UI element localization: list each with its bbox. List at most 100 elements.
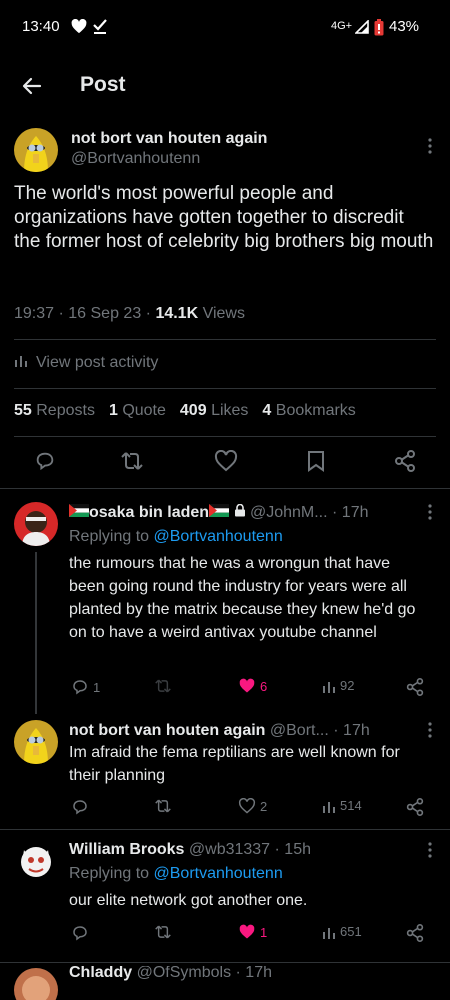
repost-icon (155, 799, 171, 813)
reply-post[interactable]: Chladdy @OfSymbols · 17h (0, 966, 450, 1000)
author-handle[interactable]: @Bortvanhoutenn (71, 150, 200, 168)
reply-header: Chladdy @OfSymbols · 17h (69, 966, 272, 982)
reply-time: · 17h (332, 504, 369, 521)
reply-author-name[interactable]: not bort van houten again (69, 722, 265, 739)
divider (14, 436, 436, 437)
avatar[interactable] (14, 502, 58, 546)
avatar[interactable] (14, 720, 58, 764)
avatar[interactable] (14, 968, 58, 1000)
replying-to: Replying to @Bortvanhoutenn (69, 528, 283, 546)
reposts-count: 55 (14, 402, 32, 419)
views-action[interactable]: 92 (322, 678, 354, 693)
bookmarks-count: 4 (262, 402, 272, 419)
views-count: 651 (340, 924, 362, 939)
like-icon (238, 798, 256, 814)
post-text: The world's most powerful people and org… (14, 183, 434, 252)
replying-to-handle[interactable]: @Bortvanhoutenn (154, 528, 283, 545)
status-time: 13:40 (22, 18, 60, 35)
like-icon[interactable] (214, 449, 238, 477)
reposts-stat[interactable]: 55 Reposts (14, 402, 95, 420)
signal-icon (354, 19, 369, 39)
reply-author-handle[interactable]: @Bort... (270, 722, 329, 739)
reposts-label: Reposts (36, 402, 95, 419)
reply-action[interactable] (71, 924, 93, 942)
reply-actions: 2 514 (69, 798, 429, 818)
bookmarks-label: Bookmarks (275, 402, 356, 419)
repost-action[interactable] (154, 798, 172, 814)
like-action[interactable]: 6 (238, 678, 267, 694)
author-name[interactable]: not bort van houten again (71, 130, 267, 148)
flag-icon (209, 504, 230, 521)
share-icon[interactable] (406, 798, 424, 816)
reply-action[interactable] (71, 798, 93, 816)
flag-icon (69, 504, 89, 521)
reply-author-name[interactable]: Chladdy (69, 966, 132, 981)
analytics-icon (14, 353, 28, 372)
avatar[interactable] (14, 840, 58, 884)
views-label: Views (202, 305, 245, 322)
like-count: 2 (260, 798, 268, 814)
heart-icon (71, 18, 87, 39)
reply-time: · 15h (274, 841, 311, 858)
reply-author-name[interactable]: William Brooks (69, 841, 184, 858)
post-actions (0, 449, 450, 477)
bookmarks-stat[interactable]: 4 Bookmarks (262, 402, 355, 420)
replying-prefix: Replying to (69, 528, 150, 545)
battery-icon (374, 19, 384, 41)
quotes-label: Quote (122, 402, 166, 419)
reply-actions: 1 651 (69, 924, 429, 944)
replying-prefix: Replying to (69, 865, 150, 882)
views-action[interactable]: 514 (322, 798, 362, 813)
analytics-icon (323, 927, 335, 939)
avatar[interactable] (14, 128, 58, 172)
reply-time: · 17h (333, 722, 370, 739)
repost-action[interactable] (154, 678, 172, 694)
reply-count: 1 (93, 679, 101, 695)
reply-icon (73, 800, 87, 815)
likes-label: Likes (211, 402, 249, 419)
back-arrow-icon[interactable] (20, 74, 44, 103)
divider (14, 388, 436, 389)
like-action[interactable]: 2 (238, 798, 267, 814)
share-icon[interactable] (406, 678, 424, 696)
reply-author-handle[interactable]: @OfSymbols (137, 966, 231, 981)
reply-author-handle[interactable]: @wb31337 (189, 841, 270, 858)
more-options-icon[interactable] (428, 138, 432, 159)
replying-to: Replying to @Bortvanhoutenn (69, 865, 283, 883)
repost-icon (155, 925, 171, 939)
views-action[interactable]: 651 (322, 924, 362, 939)
more-options-icon[interactable] (428, 722, 432, 743)
more-options-icon[interactable] (428, 842, 432, 863)
quotes-stat[interactable]: 1 Quote (109, 402, 166, 420)
reply-header: osaka bin laden @JohnM... · 17h (69, 503, 369, 522)
view-post-activity[interactable]: View post activity (14, 353, 158, 372)
reply-header: not bort van houten again @Bort... · 17h (69, 722, 370, 740)
divider (0, 962, 450, 963)
analytics-icon (323, 681, 335, 693)
reply-icon (73, 926, 87, 941)
like-icon (239, 678, 255, 693)
repost-icon[interactable] (120, 450, 144, 477)
reply-icon (73, 680, 87, 695)
reply-action[interactable]: 1 (71, 678, 100, 696)
repost-action[interactable] (154, 924, 172, 940)
reply-text: Im afraid the fema reptilians are well k… (69, 744, 400, 784)
views-count: 92 (340, 678, 355, 693)
divider (0, 829, 450, 830)
share-icon[interactable] (406, 924, 424, 942)
share-icon[interactable] (394, 450, 416, 477)
network-type: 4G+ (331, 20, 353, 32)
likes-stat[interactable]: 409 Likes (180, 402, 249, 420)
reply-author-name[interactable]: osaka bin laden (89, 504, 209, 521)
battery-percent: 43% (389, 18, 420, 35)
lock-icon (234, 503, 246, 521)
reply-author-handle[interactable]: @JohnM... (250, 504, 328, 521)
reply-icon[interactable] (34, 450, 56, 477)
bookmark-icon[interactable] (306, 450, 326, 477)
replying-to-handle[interactable]: @Bortvanhoutenn (154, 865, 283, 882)
more-options-icon[interactable] (428, 504, 432, 525)
like-action[interactable]: 1 (238, 924, 267, 940)
like-icon (239, 924, 255, 939)
view-post-activity-label: View post activity (36, 353, 159, 371)
like-count: 6 (260, 678, 268, 694)
